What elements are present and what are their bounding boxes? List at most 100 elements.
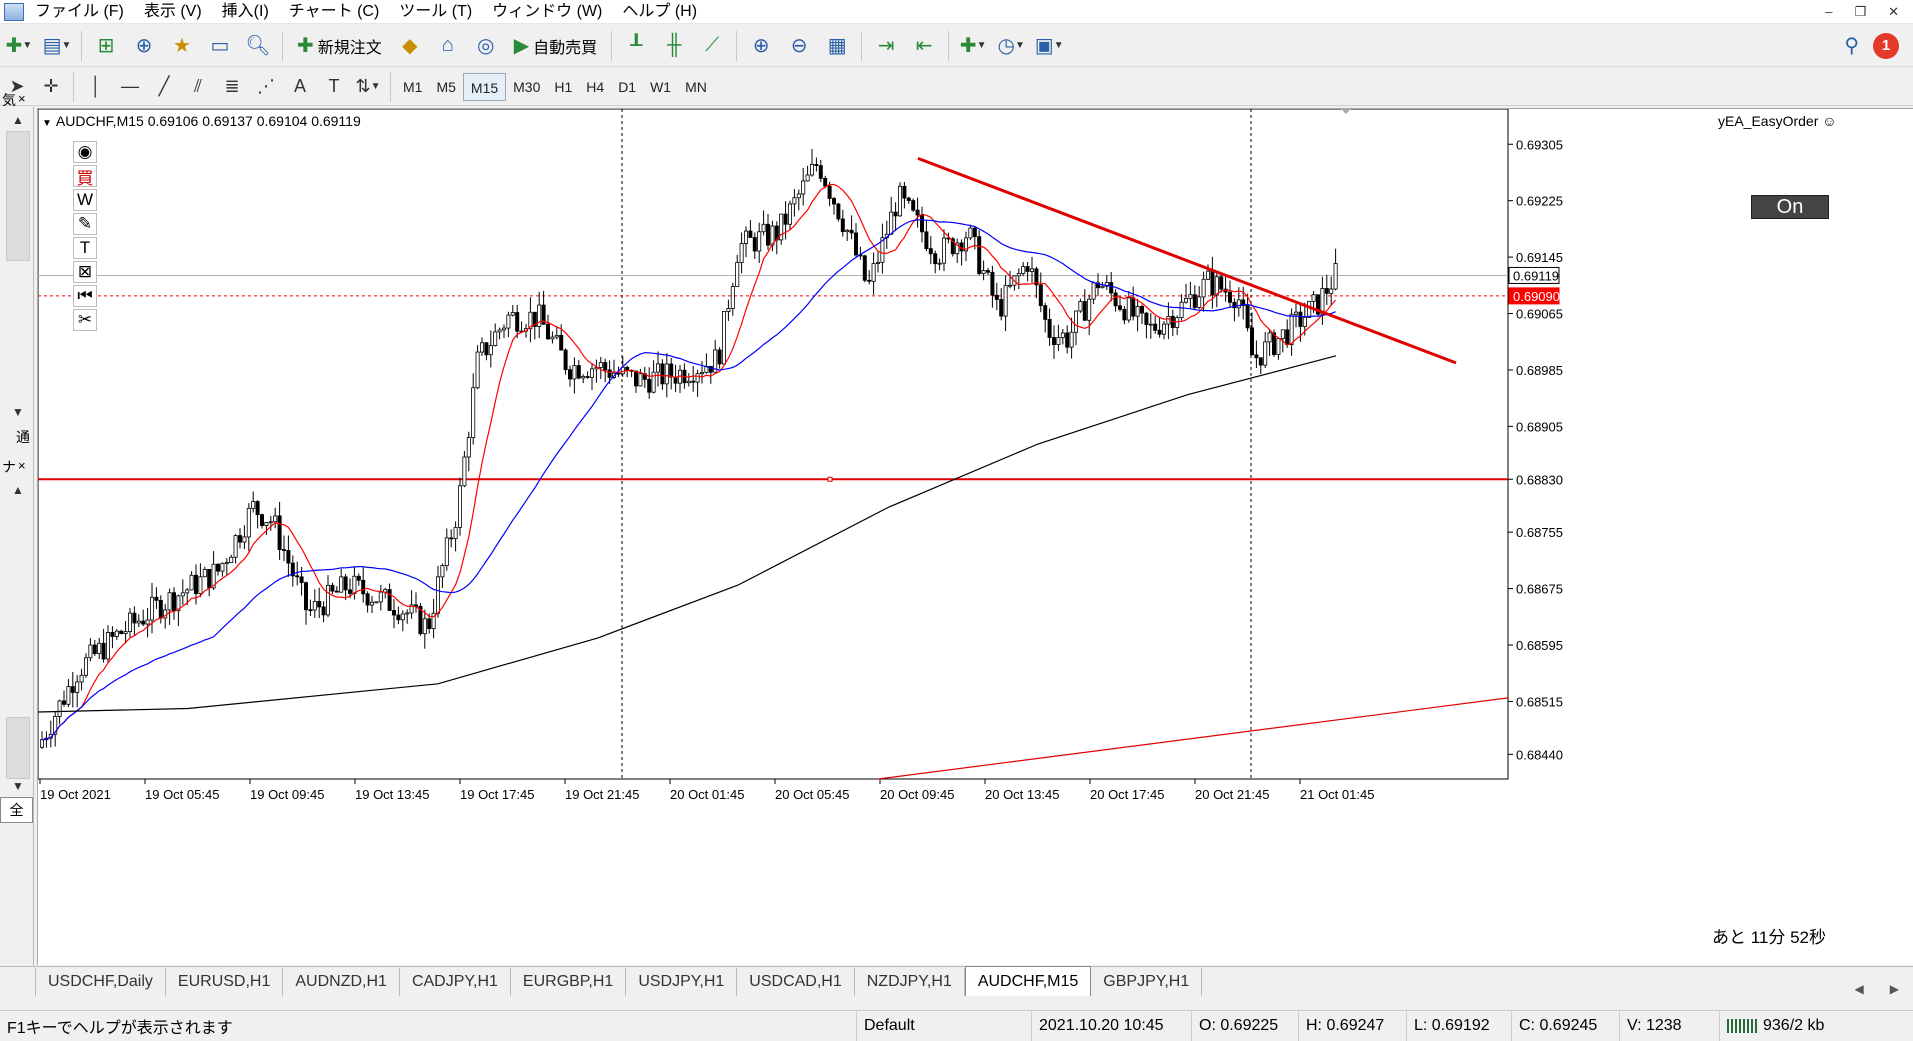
tile-windows-button[interactable]: ▦ [820,30,854,62]
channel-button[interactable]: ⫽ [181,72,215,102]
all-tab[interactable]: 全 [0,797,33,823]
profiles-button[interactable]: ▤ ▼ [40,30,74,62]
signals-button[interactable]: ⌂ [431,30,465,62]
clock-icon: ◷ [997,35,1015,57]
menu-help[interactable]: ヘルプ (H) [617,1,712,23]
close-panel-icon[interactable]: × [18,91,26,106]
data-window-button[interactable]: ⊕ [127,30,161,62]
restore-icon[interactable]: ❐ [1854,4,1866,20]
timeframe-h1-button[interactable]: H1 [547,73,579,101]
buy-icon[interactable]: 買 [73,165,97,188]
menu-file[interactable]: ファイル (F) [30,1,139,23]
arrows-button[interactable]: ⇅ ▼ [351,72,385,102]
vertical-line-button[interactable]: │ [79,72,113,102]
w-tool-icon[interactable]: W [73,189,97,211]
scroll-up-icon[interactable]: ▲ [12,113,24,127]
tab-gbpjpy-h1[interactable]: GBPJPY,H1 [1091,968,1203,996]
chart-shift-button[interactable]: ⇤ [907,30,941,62]
tab-nzdjpy-h1[interactable]: NZDJPY,H1 [855,968,965,996]
tab-usdchf-daily[interactable]: USDCHF,Daily [36,968,166,996]
zoom-in-button[interactable]: ⊕ [744,30,778,62]
indicators-button[interactable]: ✚ ▼ [956,30,990,62]
timeframe-m1-button[interactable]: M1 [396,73,429,101]
eye-icon[interactable]: ◉ [73,141,97,163]
candle-body [493,331,498,347]
terminal-button[interactable]: ▭ [203,30,237,62]
tab-right-icon[interactable]: ▶ [1890,982,1899,996]
timeframe-m15-button[interactable]: M15 [462,72,507,101]
radio-button[interactable]: ◎ [469,30,503,62]
tab-audnzd-h1[interactable]: AUDNZD,H1 [283,968,400,996]
pencil-icon[interactable]: ✎ [73,213,97,235]
menu-insert[interactable]: 挿入(I) [217,1,284,23]
market-watch-button[interactable]: ⊞ [89,30,123,62]
crosshair-button[interactable]: ✛ [34,72,68,102]
rewind-icon[interactable]: ⏮ [73,285,97,307]
tab-cadjpy-h1[interactable]: CADJPY,H1 [400,968,511,996]
periods-button[interactable]: ◷ ▼ [994,30,1028,62]
navigator-tab[interactable]: ナ [2,457,16,477]
trendline-button[interactable]: ╱ [147,72,181,102]
notification-badge[interactable]: 1 [1873,32,1899,59]
fibo-retracement-button[interactable]: ≣ [215,72,249,102]
chart-window[interactable]: 0.69305 0.69225 0.69145 0.69065 0.68985 0.689… [37,108,1913,965]
timeframe-w1-button[interactable]: W1 [643,73,678,101]
menu-view[interactable]: 表示 (V) [139,1,217,23]
candlestick-chart-button[interactable]: ╫ [657,30,691,62]
tab-eurgbp-h1[interactable]: EURGBP,H1 [511,968,627,996]
horizontal-line-button[interactable]: — [113,72,147,102]
menu-tools[interactable]: ツール (T) [394,1,487,23]
timeframe-m5-button[interactable]: M5 [429,73,462,101]
menu-window[interactable]: ウィンドウ (W) [487,1,617,23]
scroll-down-icon[interactable]: ▼ [12,405,24,419]
bar-chart-button[interactable]: ┸ [619,30,653,62]
candle-body [506,314,511,329]
close-icon[interactable]: ✕ [1888,4,1899,20]
scissors-icon[interactable]: ✂ [73,309,97,331]
strategy-tester-button[interactable]: 🔍︎ [241,30,275,62]
templates-button[interactable]: ▣ ▼ [1032,30,1066,62]
timeframe-mn-button[interactable]: MN [678,73,714,101]
price-chart[interactable]: 0.69305 0.69225 0.69145 0.69065 0.68985 0.689… [38,109,1913,966]
minimize-icon[interactable]: – [1825,4,1832,20]
zoom-out-button[interactable]: ⊖ [782,30,816,62]
scroll-down-icon[interactable]: ▼ [12,779,24,793]
status-bar: F1キーでヘルプが表示されます Default 2021.10.20 10:45… [0,1010,1913,1041]
tab-usdjpy-h1[interactable]: USDJPY,H1 [626,968,738,996]
tab-audchf-m15[interactable]: AUDCHF,M15 [964,966,1092,996]
candle-body [396,614,401,621]
rectangle-x-icon[interactable]: ⊠ [73,261,97,283]
auto-trading-button[interactable]: ▶ 自動売買 [507,30,604,62]
timeframe-h4-button[interactable]: H4 [579,73,611,101]
timeframe-m30-button[interactable]: M30 [506,73,547,101]
text-label-button[interactable]: T [317,72,351,102]
tab-left-icon[interactable]: ◀ [1855,982,1864,996]
new-order-button[interactable]: ✚ 新規注文 [290,30,389,62]
menu-chart[interactable]: チャート (C) [284,1,395,23]
candle-body [255,501,260,516]
line-chart-button[interactable]: ⟋ [695,30,729,62]
scrollbar-thumb[interactable] [6,717,30,779]
panel-tab-label[interactable]: 通 [16,427,30,447]
candle-body [154,596,159,601]
auto-scroll-button[interactable]: ⇥ [869,30,903,62]
ea-on-button[interactable]: On [1751,195,1829,219]
scrollbar-thumb[interactable] [6,131,30,261]
text-button[interactable]: A [283,72,317,102]
metaeditor-button[interactable]: ◆ [393,30,427,62]
search-icon[interactable]: ⚲ [1844,33,1859,58]
chart-menu-icon[interactable]: ▼ [42,118,52,129]
navigator-button[interactable]: ★ [165,30,199,62]
candle-body [669,363,674,378]
timeframe-d1-button[interactable]: D1 [611,73,643,101]
new-chart-button[interactable]: ✚ ▼ [2,30,36,62]
toolbar-separator [611,30,613,61]
fibo-fan-button[interactable]: ⋰ [249,72,283,102]
tab-usdcad-h1[interactable]: USDCAD,H1 [737,968,855,996]
traffic-value: 936/2 kb [1763,1017,1825,1034]
text-tool-icon[interactable]: T [73,237,97,259]
market-watch-tab[interactable]: 気 [2,90,16,110]
scroll-up-icon[interactable]: ▲ [12,483,24,497]
close-panel-icon[interactable]: × [18,458,26,473]
tab-eurusd-h1[interactable]: EURUSD,H1 [166,968,284,996]
